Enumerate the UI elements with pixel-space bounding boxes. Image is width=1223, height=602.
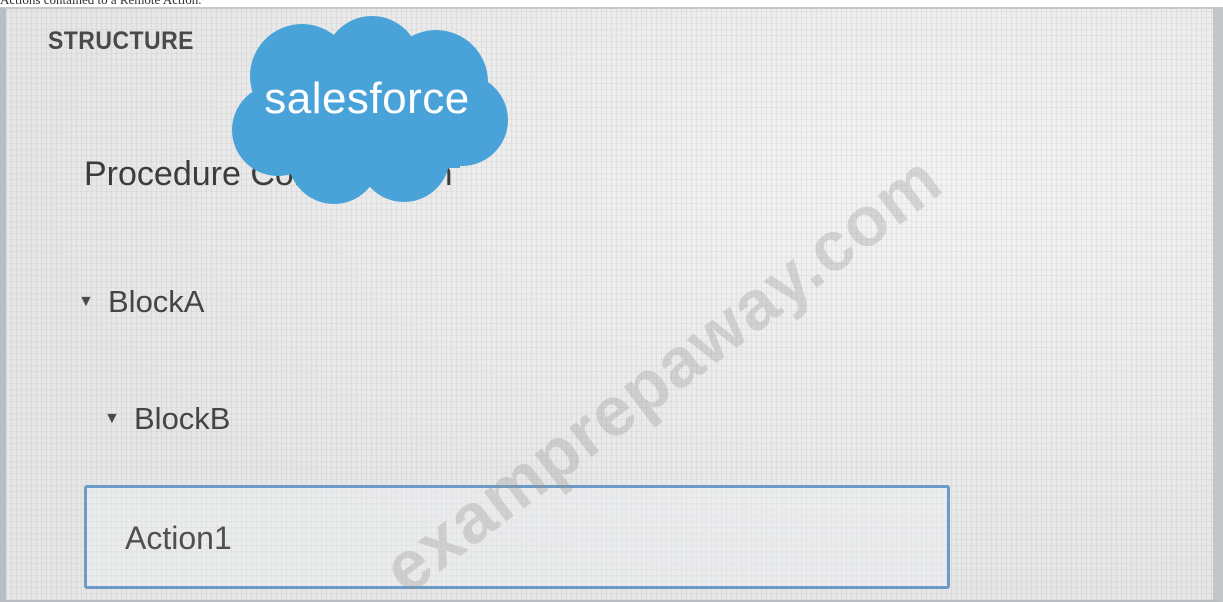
tree-item-label: BlockA [108,284,205,319]
tree-item-blockb[interactable]: ▼ BlockB [104,401,230,437]
structure-panel: STRUCTURE Procedure Configuration ▼ Bloc… [0,7,1223,602]
tree-item-label: BlockB [134,401,231,436]
action-label: Action1 [125,520,232,556]
tree-item-blocka[interactable]: ▼ BlockA [78,284,204,320]
screenshot-page: Actions contained to a Remote Action. ST… [0,0,1223,602]
caret-down-icon[interactable]: ▼ [104,410,134,428]
caret-down-icon[interactable]: ▼ [78,293,108,311]
structure-title: STRUCTURE [48,27,194,55]
salesforce-logo: salesforce [222,12,512,208]
action-item-selected[interactable]: Action1 [84,485,950,589]
logo-text: salesforce [264,74,470,123]
